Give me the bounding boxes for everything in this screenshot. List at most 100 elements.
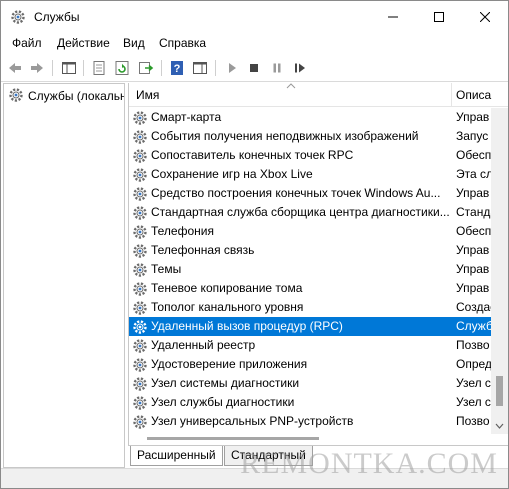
service-name: Сопоставитель конечных точек RPC bbox=[151, 148, 354, 162]
horizontal-scroll-thumb[interactable] bbox=[147, 437, 319, 440]
menu-view[interactable]: Вид bbox=[121, 35, 147, 51]
service-description: Опред bbox=[456, 357, 491, 371]
service-row[interactable]: Удаленный реестр Позво bbox=[129, 336, 491, 355]
service-name: Удостоверение приложения bbox=[151, 357, 308, 371]
service-description: Управ bbox=[456, 243, 490, 257]
sort-ascending-icon bbox=[286, 83, 296, 89]
service-description: Запус bbox=[456, 129, 489, 143]
service-name: Тополог канального уровня bbox=[151, 300, 304, 314]
forward-button[interactable] bbox=[27, 58, 47, 78]
service-gear-icon bbox=[132, 357, 148, 373]
service-row[interactable]: Узел универсальных PNP-устройств Позво bbox=[129, 412, 491, 431]
restart-service-button[interactable] bbox=[290, 58, 310, 78]
play-icon bbox=[229, 63, 236, 73]
export-list-button[interactable] bbox=[136, 58, 156, 78]
menu-action[interactable]: Действие bbox=[55, 35, 112, 51]
service-row[interactable]: Стандартная служба сборщика центра диагн… bbox=[129, 203, 491, 222]
service-row[interactable]: Темы Управ bbox=[129, 260, 491, 279]
title-bar[interactable]: Службы bbox=[1, 1, 508, 33]
service-name: Узел службы диагностики bbox=[151, 395, 295, 409]
properties-button[interactable] bbox=[89, 58, 109, 78]
menu-help[interactable]: Справка bbox=[157, 35, 208, 51]
toolbar-separator bbox=[161, 60, 162, 76]
stop-service-button[interactable] bbox=[244, 58, 264, 78]
service-row[interactable]: Тополог канального уровня Создае bbox=[129, 298, 491, 317]
restart-icon bbox=[295, 63, 305, 73]
window-title: Службы bbox=[34, 10, 80, 24]
close-button[interactable] bbox=[462, 1, 508, 33]
show-action-pane-button[interactable] bbox=[190, 58, 210, 78]
service-row[interactable]: Сопоставитель конечных точек RPC Обесп bbox=[129, 146, 491, 165]
service-gear-icon bbox=[132, 281, 148, 297]
service-name: Смарт-карта bbox=[151, 110, 222, 124]
service-row[interactable]: Узел службы диагностики Узел с bbox=[129, 393, 491, 412]
service-description: Узел с bbox=[456, 395, 491, 409]
pause-service-button[interactable] bbox=[267, 58, 287, 78]
service-name: Удаленный реестр bbox=[151, 338, 256, 352]
service-description: Позво bbox=[456, 414, 490, 428]
service-row[interactable]: Узел системы диагностики Узел с bbox=[129, 374, 491, 393]
refresh-button[interactable] bbox=[112, 58, 132, 78]
service-description: Станда bbox=[456, 205, 491, 219]
toolbar-separator bbox=[215, 60, 216, 76]
service-description: Создае bbox=[456, 300, 491, 314]
services-window: Службы Файл Действие Вид Справка ? Служб… bbox=[0, 0, 509, 489]
service-name: Узел универсальных PNP-устройств bbox=[151, 414, 354, 428]
service-description: Позво bbox=[456, 338, 490, 352]
svg-text:?: ? bbox=[174, 63, 181, 75]
service-description: Узел с bbox=[456, 376, 491, 390]
maximize-button[interactable] bbox=[416, 1, 462, 33]
properties-icon bbox=[93, 61, 105, 75]
service-gear-icon bbox=[132, 129, 148, 145]
service-description: Обесп bbox=[456, 224, 491, 238]
toolbar-separator bbox=[52, 60, 53, 76]
service-row[interactable]: Телефония Обесп bbox=[129, 222, 491, 241]
service-row[interactable]: События получения неподвижных изображени… bbox=[129, 127, 491, 146]
service-gear-icon bbox=[132, 300, 148, 316]
tab-extended[interactable]: Расширенный bbox=[130, 446, 223, 466]
vertical-scroll-thumb[interactable] bbox=[496, 376, 503, 406]
watermark-text: REMONTKA.COM bbox=[240, 447, 498, 480]
service-gear-icon bbox=[132, 262, 148, 278]
back-button[interactable] bbox=[5, 58, 25, 78]
service-description: Управ bbox=[456, 262, 490, 276]
show-hide-tree-button[interactable] bbox=[59, 58, 79, 78]
scroll-down-button[interactable] bbox=[491, 417, 508, 434]
maximize-icon bbox=[434, 12, 444, 22]
minimize-button[interactable] bbox=[370, 1, 416, 33]
service-row[interactable]: Телефонная связь Управ bbox=[129, 241, 491, 260]
toolbar-separator bbox=[83, 60, 84, 76]
service-name: Телефония bbox=[151, 224, 214, 238]
column-header-row: Имя Описа bbox=[129, 83, 508, 107]
service-row[interactable]: Средство построения конечных точек Windo… bbox=[129, 184, 491, 203]
service-name: Стандартная служба сборщика центра диагн… bbox=[151, 205, 449, 219]
service-row[interactable]: Теневое копирование тома Управ bbox=[129, 279, 491, 298]
start-service-button[interactable] bbox=[222, 58, 242, 78]
vertical-scrollbar[interactable] bbox=[491, 108, 508, 434]
help-button[interactable]: ? bbox=[167, 58, 187, 78]
service-description: Управ bbox=[456, 281, 490, 295]
service-gear-icon bbox=[132, 414, 148, 430]
action-pane-icon bbox=[193, 62, 207, 74]
stop-icon bbox=[250, 64, 258, 72]
export-icon bbox=[139, 62, 154, 74]
refresh-icon bbox=[115, 61, 129, 75]
services-gear-icon bbox=[10, 9, 26, 25]
minimize-icon bbox=[388, 16, 398, 18]
horizontal-scrollbar[interactable] bbox=[129, 434, 491, 443]
service-row[interactable]: Смарт-карта Управ bbox=[129, 108, 491, 127]
menu-file[interactable]: Файл bbox=[10, 35, 44, 51]
service-gear-icon bbox=[132, 205, 148, 221]
service-row[interactable]: Удаленный вызов процедур (RPC) Служб bbox=[129, 317, 491, 336]
service-gear-icon bbox=[132, 186, 148, 202]
close-icon bbox=[480, 12, 490, 22]
service-name: Теневое копирование тома bbox=[151, 281, 303, 295]
service-row[interactable]: Удостоверение приложения Опред bbox=[129, 355, 491, 374]
services-list: Смарт-карта Управ События получения неподв… bbox=[129, 108, 491, 434]
column-header-name[interactable]: Имя bbox=[129, 83, 452, 107]
console-tree: Службы (локальн bbox=[3, 83, 125, 468]
service-name: События получения неподвижных изображени… bbox=[151, 129, 419, 143]
service-row[interactable]: Сохранение игр на Xbox Live Эта сл bbox=[129, 165, 491, 184]
service-description: Эта сл bbox=[456, 167, 491, 181]
tree-item-services-local[interactable]: Службы (локальн bbox=[8, 87, 124, 104]
